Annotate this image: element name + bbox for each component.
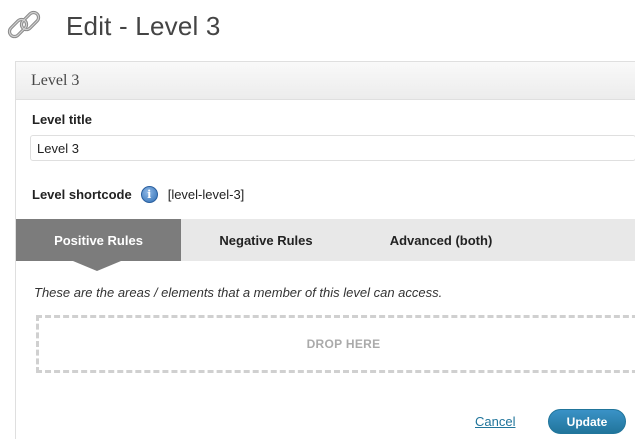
drop-zone[interactable]: DROP HERE	[36, 315, 635, 373]
tab-negative-rules[interactable]: Negative Rules	[196, 219, 336, 261]
page-header: Edit - Level 3	[4, 6, 221, 46]
update-button[interactable]: Update	[548, 409, 626, 434]
tab-positive-rules[interactable]: Positive Rules	[16, 219, 181, 261]
page-title: Edit - Level 3	[66, 10, 221, 41]
cancel-link[interactable]: Cancel	[475, 414, 515, 429]
panel-title: Level 3	[31, 71, 80, 89]
level-title-label: Level title	[32, 112, 92, 127]
rules-description: These are the areas / elements that a me…	[34, 285, 443, 300]
tab-advanced-both[interactable]: Advanced (both)	[366, 219, 516, 261]
drop-zone-label: DROP HERE	[306, 337, 381, 351]
level-title-input[interactable]	[30, 135, 635, 161]
shortcode-value: [level-level-3]	[167, 187, 245, 202]
level-shortcode-label: Level shortcode	[32, 187, 132, 202]
panel-header: Level 3	[16, 62, 635, 100]
rules-tabs: Positive Rules Negative Rules Advanced (…	[16, 219, 635, 261]
shortcode-row: Level shortcode i [level-level-3]	[32, 186, 244, 203]
chain-link-icon	[4, 6, 44, 46]
info-icon[interactable]: i	[140, 186, 158, 203]
active-tab-pointer	[73, 261, 121, 271]
level-edit-panel: Level 3 Level title Level shortcode i [l…	[15, 61, 635, 439]
